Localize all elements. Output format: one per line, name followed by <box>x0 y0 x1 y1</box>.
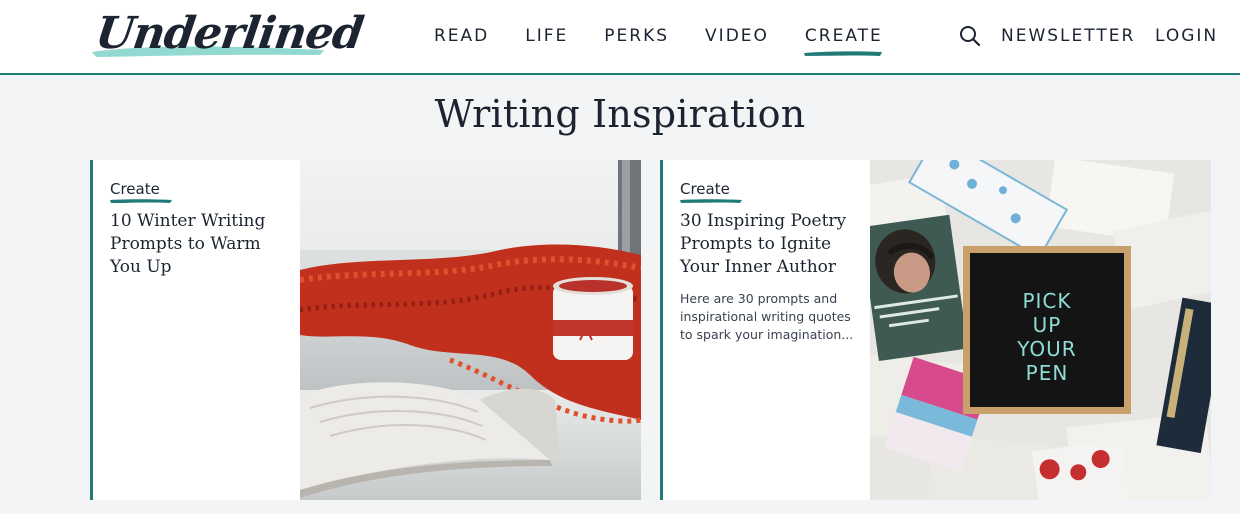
card-excerpt: Here are 30 prompts and inspirational wr… <box>680 291 854 342</box>
login-link[interactable]: LOGIN <box>1155 24 1218 48</box>
tag-underline <box>680 199 742 203</box>
board-line-4: PEN <box>1026 361 1069 385</box>
card-text-panel: Create 10 Winter Writing Prompts to Warm… <box>93 160 298 500</box>
board-line-3: YOUR <box>1016 337 1076 361</box>
page-title: Writing Inspiration <box>434 92 806 136</box>
nav-create-label: CREATE <box>804 26 883 46</box>
winter-book-scarf-image <box>300 160 641 500</box>
nav-create[interactable]: CREATE <box>803 24 883 56</box>
site-header: Underlined READ LIFE PERKS VIDEO CREATE … <box>0 0 1240 75</box>
card-title[interactable]: 10 Winter Writing Prompts to Warm You Up <box>110 210 290 279</box>
active-nav-underline <box>803 51 882 56</box>
card-category-tag[interactable]: Create <box>680 180 730 198</box>
card-text-panel: Create 30 Inspiring Poetry Prompts to Ig… <box>663 160 868 500</box>
tag-underline <box>110 199 172 203</box>
nav-video[interactable]: VIDEO <box>705 24 769 50</box>
search-icon[interactable] <box>959 25 981 47</box>
newsletter-link[interactable]: NEWSLETTER <box>1001 24 1135 48</box>
board-line-1: PICK <box>1022 289 1071 313</box>
main-nav: READ LIFE PERKS VIDEO CREATE <box>434 24 919 56</box>
nav-read[interactable]: READ <box>434 24 489 50</box>
nav-life[interactable]: LIFE <box>525 24 568 50</box>
article-card-poetry-prompts[interactable]: Create 30 Inspiring Poetry Prompts to Ig… <box>660 160 1211 500</box>
logo-text: Underlined <box>92 8 367 59</box>
books-letterboard-image: PICK UP YOUR PEN <box>870 160 1211 500</box>
board-line-2: UP <box>1033 313 1062 337</box>
card-title[interactable]: 30 Inspiring Poetry Prompts to Ignite Yo… <box>680 210 860 279</box>
nav-perks[interactable]: PERKS <box>604 24 669 50</box>
underlined-logo[interactable]: Underlined <box>82 8 366 68</box>
article-card-winter-prompts[interactable]: Create 10 Winter Writing Prompts to Warm… <box>90 160 641 500</box>
card-category-tag[interactable]: Create <box>110 180 160 198</box>
